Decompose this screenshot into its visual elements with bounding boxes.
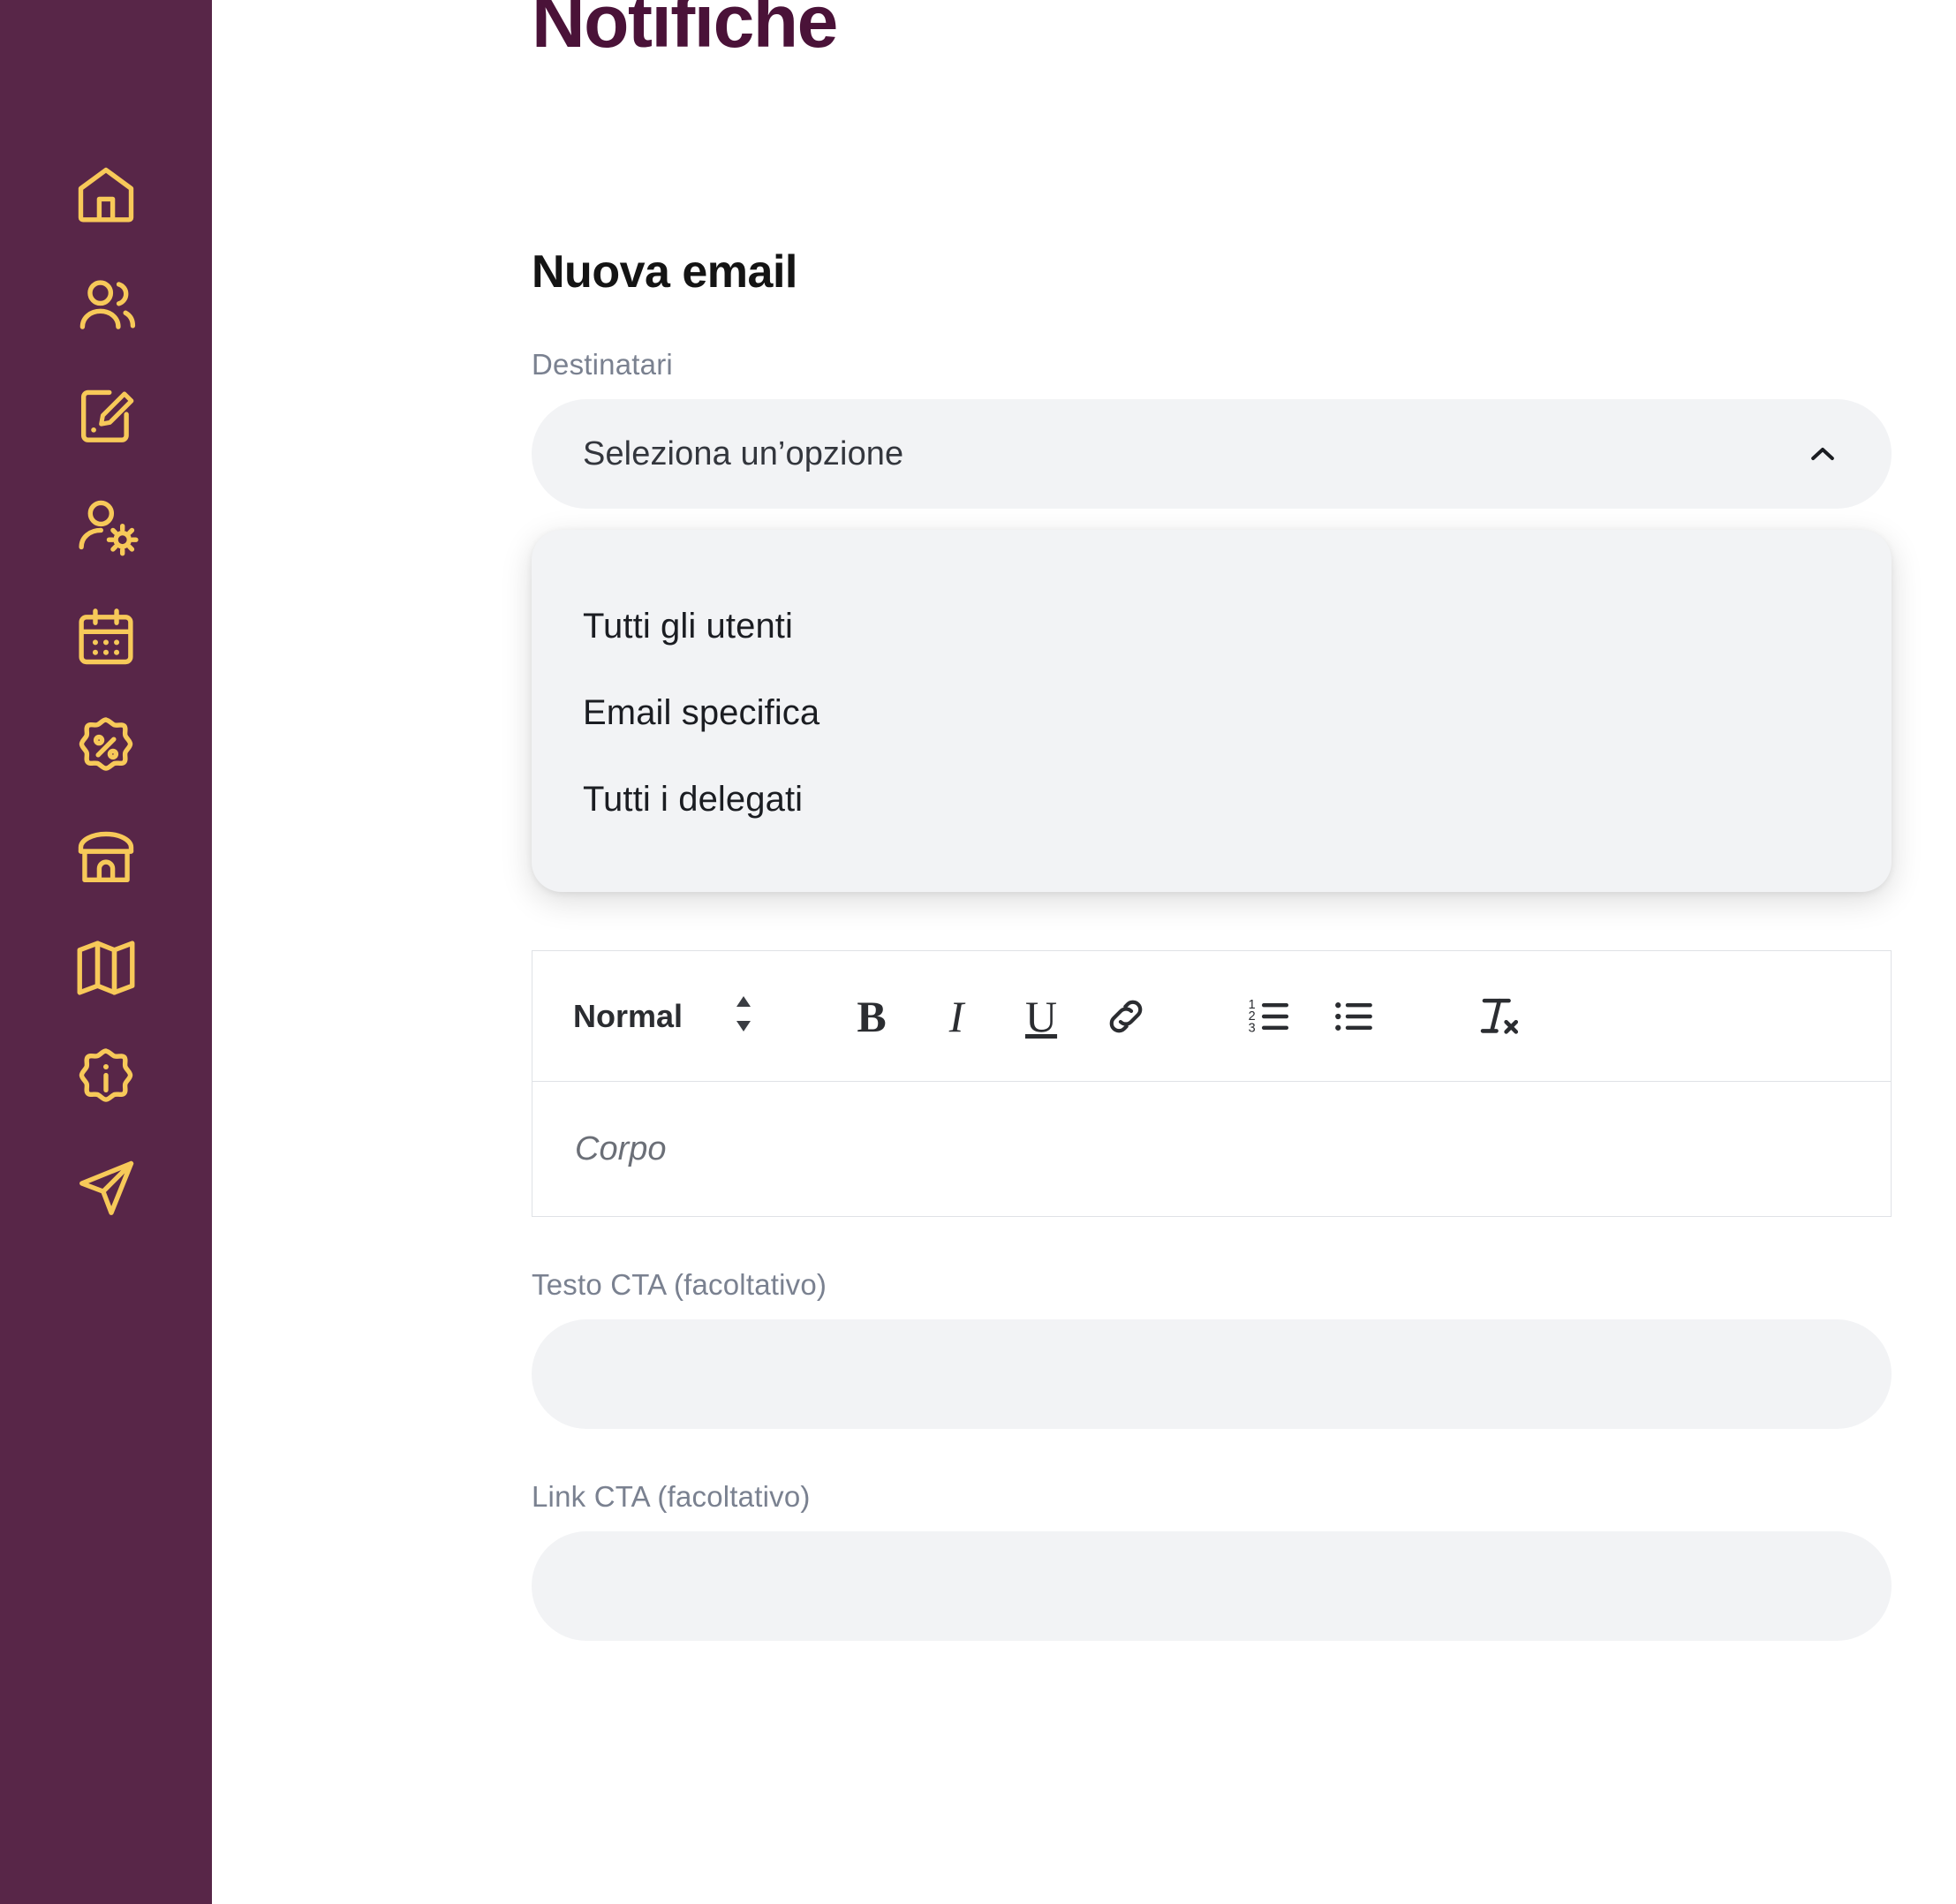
cta-link-input[interactable] (532, 1531, 1892, 1641)
sidebar-item-promotions[interactable] (0, 691, 212, 802)
calendar-icon (72, 603, 140, 670)
format-select-label: Normal (573, 997, 683, 1034)
recipients-label: Destinatari (532, 348, 673, 381)
cta-text-field-group: Testo CTA (facoltativo) (532, 1268, 1909, 1429)
dropdown-option[interactable]: Email specifica (532, 669, 1892, 756)
editor-body[interactable]: Corpo (532, 1082, 1891, 1216)
cta-text-label: Testo CTA (facoltativo) (532, 1268, 827, 1301)
editor-body-placeholder: Corpo (575, 1130, 667, 1167)
send-icon (72, 1155, 140, 1222)
users-icon (72, 272, 140, 339)
store-icon (72, 824, 140, 891)
cta-text-input[interactable] (532, 1319, 1892, 1429)
sidebar-item-documents[interactable] (0, 360, 212, 471)
ordered-list-icon[interactable]: 1 2 3 (1227, 974, 1311, 1059)
sidebar-item-info[interactable] (0, 1023, 212, 1133)
italic-button[interactable]: I (914, 974, 999, 1059)
cta-link-label: Link CTA (facoltativo) (532, 1480, 811, 1513)
sidebar-nav (0, 0, 212, 1904)
section-heading: Nuova email (532, 246, 797, 298)
main-content: Notifiche Nuova email Destinatari Selezi… (212, 0, 1956, 1904)
svg-text:3: 3 (1249, 1021, 1256, 1035)
app-root: Notifiche Nuova email Destinatari Selezi… (0, 0, 1956, 1904)
sidebar-item-store[interactable] (0, 802, 212, 912)
chevron-up-icon[interactable] (1803, 434, 1842, 473)
map-icon (72, 934, 140, 1001)
discount-badge-icon (72, 714, 140, 781)
page-title: Notifiche (532, 0, 838, 63)
rich-text-editor: Normal B I U 1 2 3 Corpo (532, 950, 1892, 1217)
user-settings-icon (72, 493, 140, 560)
format-select[interactable]: Normal (573, 994, 755, 1038)
sidebar-item-users[interactable] (0, 250, 212, 360)
link-icon[interactable] (1084, 974, 1168, 1059)
dropdown-option[interactable]: Tutti gli utenti (532, 583, 1892, 669)
home-icon (72, 162, 140, 229)
sidebar-item-notifications[interactable] (0, 1133, 212, 1243)
recipients-select[interactable]: Seleziona un’opzione (532, 399, 1892, 509)
new-email-form: Nuova email Destinatari Seleziona un’opz… (532, 246, 1909, 1641)
info-badge-icon (72, 1045, 140, 1112)
underline-button[interactable]: U (999, 974, 1084, 1059)
bullet-list-icon[interactable] (1311, 974, 1396, 1059)
clear-format-icon[interactable] (1454, 974, 1539, 1059)
document-edit-icon (72, 382, 140, 450)
editor-toolbar: Normal B I U 1 2 3 (532, 951, 1891, 1082)
sidebar-item-user-settings[interactable] (0, 471, 212, 581)
recipients-field-group: Destinatari Seleziona un’opzione Tutti g… (532, 348, 1909, 892)
recipients-dropdown-panel: Tutti gli utenti Email specifica Tutti i… (532, 530, 1892, 892)
stepper-updown-icon (732, 994, 755, 1038)
cta-link-field-group: Link CTA (facoltativo) (532, 1480, 1909, 1641)
sidebar-item-map[interactable] (0, 912, 212, 1023)
sidebar-item-home[interactable] (0, 140, 212, 250)
sidebar-item-calendar[interactable] (0, 581, 212, 691)
recipients-select-value: Seleziona un’opzione (583, 434, 904, 472)
bold-button[interactable]: B (829, 974, 914, 1059)
dropdown-option[interactable]: Tutti i delegati (532, 756, 1892, 842)
